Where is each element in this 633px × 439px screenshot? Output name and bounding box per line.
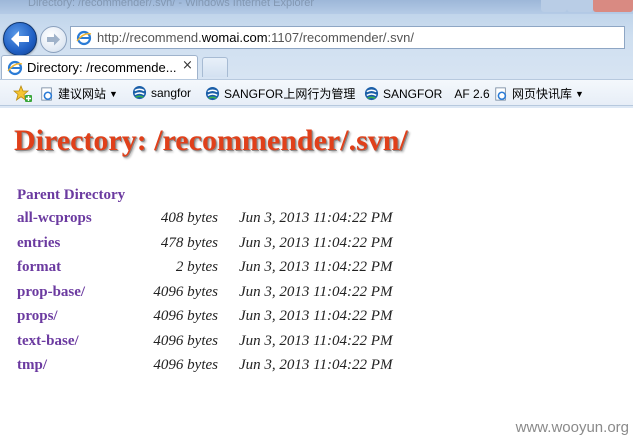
page-content: Directory: /recommender/.svn/ Parent Dir… bbox=[0, 108, 633, 439]
ie-page-icon bbox=[76, 30, 92, 46]
listing-row: format 2 bytes Jun 3, 2013 11:04:22 PM bbox=[17, 259, 437, 283]
listing-row: all-wcprops 408 bytes Jun 3, 2013 11:04:… bbox=[17, 210, 437, 234]
ie-page-icon bbox=[495, 86, 507, 101]
back-button[interactable] bbox=[3, 22, 37, 56]
favorite-item-sangfor-behavior[interactable]: SANGFOR上网行为管理 bbox=[205, 85, 355, 102]
back-arrow-icon bbox=[11, 31, 29, 47]
url-prefix: http://recommend. bbox=[97, 30, 202, 45]
entry-date: Jun 3, 2013 11:04:22 PM bbox=[239, 234, 393, 251]
listing-row: entries 478 bytes Jun 3, 2013 11:04:22 P… bbox=[17, 235, 437, 259]
entry-date: Jun 3, 2013 11:04:22 PM bbox=[239, 308, 393, 324]
window-close-button[interactable] bbox=[593, 0, 633, 12]
favorite-label: SANGFOR AF 2.6 bbox=[383, 87, 490, 101]
window-titlebar: Directory: /recommender/.svn/ - Windows … bbox=[0, 0, 633, 14]
favorites-star-button[interactable] bbox=[13, 85, 33, 103]
window-title: Directory: /recommender/.svn/ - Windows … bbox=[28, 0, 315, 9]
entry-size: 4096 bytes bbox=[153, 332, 218, 349]
entry-link[interactable]: prop-base/ bbox=[17, 284, 85, 301]
favorite-item-sangfor-af[interactable]: SANGFOR AF 2.6 bbox=[364, 85, 490, 102]
chevron-down-icon: ▼ bbox=[575, 88, 584, 99]
entry-date: Jun 3, 2013 11:04:22 PM bbox=[239, 210, 393, 226]
favorites-star-icon bbox=[13, 85, 32, 102]
entry-size: 4096 bytes bbox=[153, 357, 218, 373]
sangfor-icon bbox=[364, 86, 379, 101]
entry-link[interactable]: props/ bbox=[17, 308, 58, 325]
browser-chrome: Directory: /recommender/.svn/ - Windows … bbox=[0, 0, 633, 108]
entry-size: 4096 bytes bbox=[153, 308, 218, 324]
forward-arrow-icon bbox=[47, 33, 60, 46]
chevron-down-icon: ▼ bbox=[109, 88, 118, 99]
ie-page-icon bbox=[41, 86, 53, 101]
entry-date: Jun 3, 2013 11:04:22 PM bbox=[239, 283, 393, 300]
entry-link[interactable]: entries bbox=[17, 235, 60, 252]
favorite-item-sangfor[interactable]: sangfor bbox=[132, 85, 191, 100]
listing-row: prop-base/ 4096 bytes Jun 3, 2013 11:04:… bbox=[17, 284, 437, 308]
parent-directory-link[interactable]: Parent Directory bbox=[17, 187, 125, 204]
favorite-item-suggested-sites[interactable]: 建议网站 ▼ bbox=[40, 85, 118, 102]
entry-date: Jun 3, 2013 11:04:22 PM bbox=[239, 259, 393, 275]
tab-directory[interactable]: Directory: /recommende... × bbox=[1, 55, 198, 79]
new-tab-button[interactable] bbox=[202, 57, 228, 77]
page-title: Directory: /recommender/.svn/ bbox=[14, 124, 408, 157]
entry-link[interactable]: format bbox=[17, 259, 61, 276]
window-minimize-button[interactable] bbox=[541, 0, 567, 12]
favorite-label: sangfor bbox=[151, 85, 192, 100]
listing-row: text-base/ 4096 bytes Jun 3, 2013 11:04:… bbox=[17, 333, 437, 357]
listing-row: props/ 4096 bytes Jun 3, 2013 11:04:22 P… bbox=[17, 308, 437, 332]
entry-size: 4096 bytes bbox=[153, 283, 218, 300]
favorite-label: 网页快讯库 bbox=[512, 87, 573, 101]
favorite-label: 建议网站 bbox=[58, 87, 107, 101]
entry-link[interactable]: text-base/ bbox=[17, 333, 79, 350]
sangfor-icon bbox=[132, 85, 147, 100]
tab-label: Directory: /recommende... bbox=[27, 60, 177, 75]
tab-strip: Directory: /recommende... × bbox=[0, 54, 633, 79]
navigation-bar: http://recommend.womai.com:1107/recommen… bbox=[0, 14, 633, 56]
address-url[interactable]: http://recommend.womai.com:1107/recommen… bbox=[97, 30, 414, 45]
entry-size: 478 bytes bbox=[160, 234, 218, 251]
listing-row: tmp/ 4096 bytes Jun 3, 2013 11:04:22 PM bbox=[17, 357, 437, 381]
entry-size: 408 bytes bbox=[160, 210, 218, 226]
entry-link[interactable]: all-wcprops bbox=[17, 210, 92, 227]
favorite-item-web-slice-gallery[interactable]: 网页快讯库 ▼ bbox=[494, 85, 584, 102]
entry-date: Jun 3, 2013 11:04:22 PM bbox=[239, 332, 393, 349]
entry-size: 2 bytes bbox=[175, 259, 218, 275]
tab-close-icon[interactable]: × bbox=[182, 59, 193, 73]
url-host: womai.com bbox=[201, 30, 268, 45]
window-maximize-button[interactable] bbox=[567, 0, 593, 12]
sangfor-icon bbox=[205, 86, 220, 101]
ie-page-icon bbox=[7, 60, 23, 76]
entry-date: Jun 3, 2013 11:04:22 PM bbox=[239, 357, 393, 373]
url-suffix: :1107/recommender/.svn/ bbox=[267, 30, 414, 45]
favorite-label: SANGFOR上网行为管理 bbox=[224, 87, 356, 101]
favorites-bar: 建议网站 ▼ sangfor SANGFOR上网行为管理 SANGFOR AF … bbox=[0, 79, 633, 106]
entry-link[interactable]: tmp/ bbox=[17, 357, 47, 374]
watermark-text: www.wooyun.org bbox=[515, 419, 629, 436]
address-bar[interactable]: http://recommend.womai.com:1107/recommen… bbox=[70, 26, 625, 49]
forward-button[interactable] bbox=[40, 26, 67, 53]
